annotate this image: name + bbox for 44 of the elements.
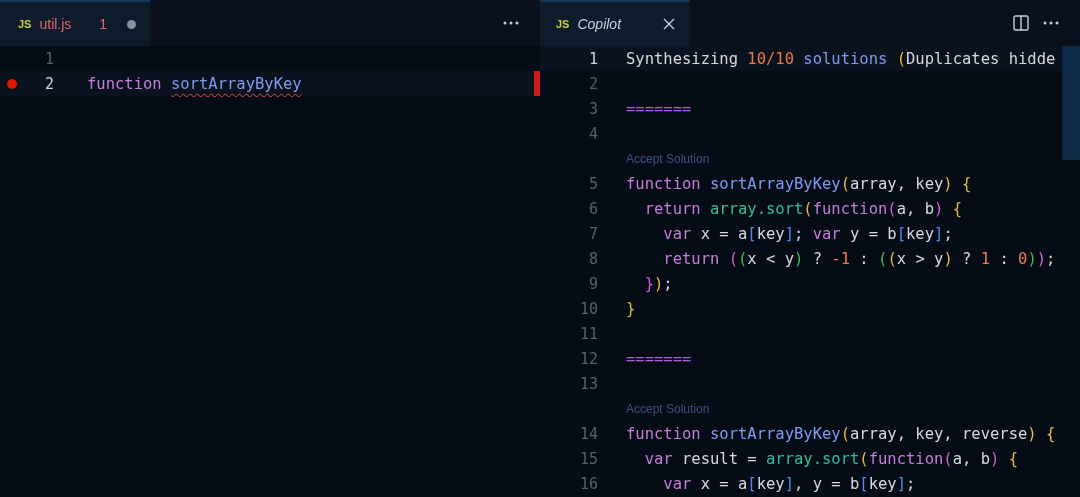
line-number: 10 (578, 299, 598, 318)
line-number: 1 (43, 49, 54, 68)
line-number: 2 (587, 74, 598, 93)
code-line: ======= (625, 99, 692, 118)
problem-count: 1 (99, 16, 107, 32)
code-line: function sortArrayByKey(array, key, reverse) { (625, 424, 1056, 443)
split-editor-icon[interactable] (1013, 15, 1029, 31)
code-line: var result = array.sort(function(a, b) { (643, 449, 1018, 468)
line-number: 12 (578, 349, 598, 368)
js-file-icon: JS (18, 18, 32, 30)
code-line: Synthesizing 10/10 solutions (Duplicates hidde (625, 49, 1056, 68)
code-line: var x = a[key], y = b[key]; (662, 474, 916, 493)
js-file-icon: JS (556, 18, 570, 30)
line-number: 3 (587, 99, 598, 118)
tab-label: Copilot (577, 16, 622, 32)
breakpoint-icon[interactable] (7, 78, 17, 89)
line-number: 15 (578, 449, 598, 468)
line-number: 4 (587, 124, 598, 143)
line-number: 2 (43, 74, 54, 93)
code-line: function sortArrayByKey (86, 74, 302, 93)
editor-tab[interactable]: JS Copilot (540, 0, 690, 46)
line-number: 11 (578, 324, 598, 343)
tab-label: util.js (39, 16, 72, 32)
line-number: 13 (578, 374, 598, 393)
line-number: 1 (587, 49, 598, 68)
code-line: ======= (625, 349, 692, 368)
code-line: }); (643, 274, 673, 293)
line-number: 8 (587, 249, 598, 268)
editor-tab[interactable]: JS util.js 1 (0, 0, 150, 46)
scrollbar-thumb[interactable] (1062, 46, 1080, 160)
close-icon[interactable] (662, 17, 676, 31)
code-line: } (625, 299, 636, 318)
line-number: 7 (587, 224, 598, 243)
more-icon[interactable] (1043, 21, 1059, 25)
line-number: 16 (578, 474, 598, 493)
line-number: 6 (587, 199, 598, 218)
line-number: 9 (587, 274, 598, 293)
code-line: var x = a[key]; var y = b[key]; (662, 224, 953, 243)
code-line: function sortArrayByKey(array, key) { (625, 174, 972, 193)
code-line: return ((x < y) ? -1 : ((x > y) ? 1 : 0)); (662, 249, 1056, 268)
more-icon[interactable] (503, 21, 519, 25)
line-number: 14 (578, 424, 598, 443)
code-line: return array.sort(function(a, b) { (643, 199, 962, 218)
line-number: 5 (587, 174, 598, 193)
